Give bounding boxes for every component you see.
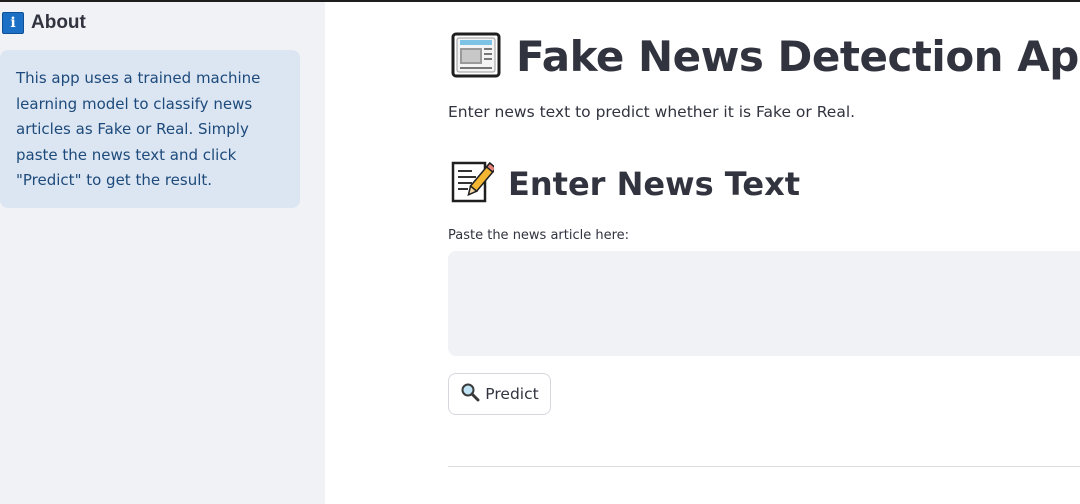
about-header: i About — [2, 10, 86, 36]
app-subtitle: Enter news text to predict whether it is… — [448, 103, 856, 121]
main-content: Fake News Detection App Enter news text … — [325, 2, 1080, 504]
textarea-label: Paste the news article here: — [448, 228, 630, 243]
memo-icon — [450, 159, 497, 210]
divider — [448, 466, 1080, 467]
predict-button-label: Predict — [485, 385, 539, 403]
about-title: About — [31, 12, 86, 33]
section-title: Enter News Text — [508, 165, 801, 203]
app-title: Fake News Detection App — [516, 31, 1080, 81]
about-info-box: This app uses a trained machine learning… — [0, 50, 300, 208]
sidebar: i About This app uses a trained machine … — [0, 2, 325, 504]
newspaper-icon — [450, 28, 502, 85]
title-row: Fake News Detection App — [450, 26, 1080, 86]
news-text-input[interactable] — [448, 251, 1080, 356]
section-header: Enter News Text — [450, 160, 800, 208]
predict-button[interactable]: Predict — [448, 373, 551, 415]
magnifier-icon — [460, 382, 480, 406]
info-icon: i — [2, 12, 24, 34]
